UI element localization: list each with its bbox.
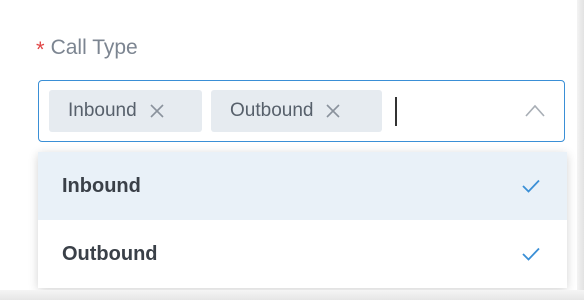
form-panel: * Call Type Inbound Outbound Inbound Out… xyxy=(0,0,584,300)
call-type-multiselect[interactable]: Inbound Outbound xyxy=(38,80,565,142)
option-label: Outbound xyxy=(62,242,158,265)
checkmark-icon xyxy=(521,177,541,193)
selected-tag-outbound: Outbound xyxy=(211,90,382,132)
field-label-text: Call Type xyxy=(50,36,138,59)
tag-label: Inbound xyxy=(68,100,137,121)
panel-edge xyxy=(0,290,584,300)
text-cursor xyxy=(395,97,397,126)
checkmark-icon xyxy=(521,245,541,261)
dropdown-menu: Inbound Outbound xyxy=(38,152,567,288)
panel-edge xyxy=(577,0,584,300)
call-type-label: * Call Type xyxy=(36,34,138,62)
chevron-up-icon[interactable] xyxy=(524,103,546,119)
selected-tag-inbound: Inbound xyxy=(49,90,202,132)
option-inbound[interactable]: Inbound xyxy=(38,152,567,220)
tag-label: Outbound xyxy=(230,100,314,121)
close-icon[interactable] xyxy=(324,102,342,120)
close-icon[interactable] xyxy=(148,102,166,120)
option-label: Inbound xyxy=(62,174,141,197)
required-mark: * xyxy=(36,37,45,62)
option-outbound[interactable]: Outbound xyxy=(38,220,567,288)
